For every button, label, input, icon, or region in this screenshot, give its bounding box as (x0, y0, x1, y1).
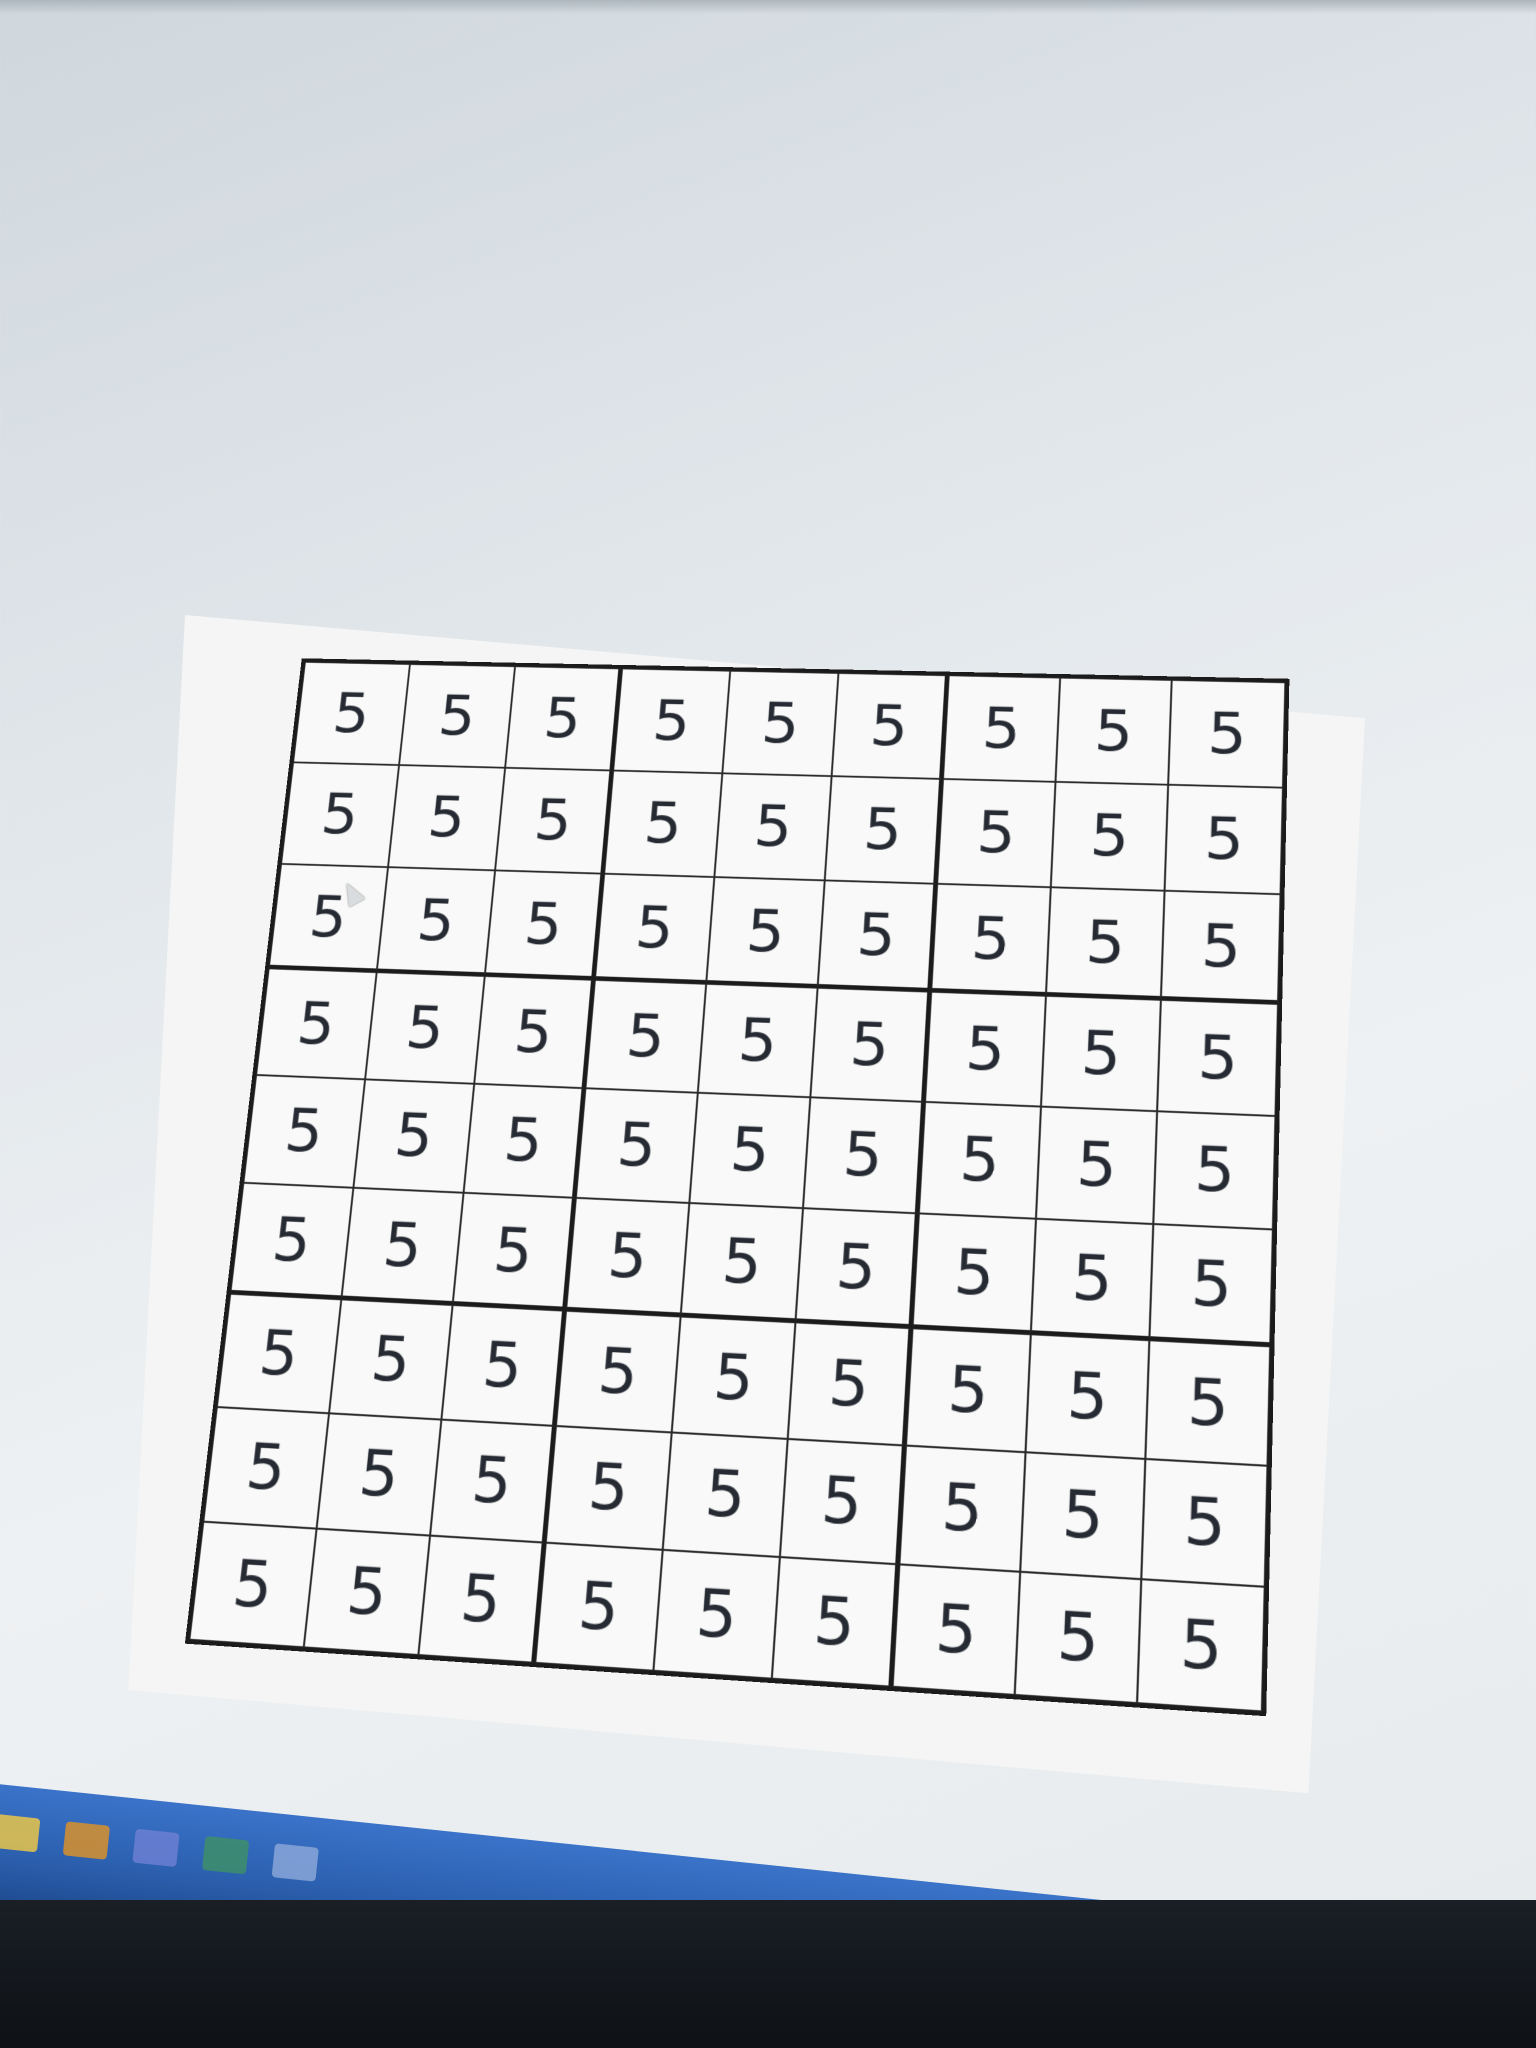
sudoku-cell[interactable]: 5 (662, 1432, 788, 1557)
taskbar-app-icon[interactable] (0, 1814, 40, 1852)
sudoku-cell[interactable]: 5 (697, 984, 817, 1097)
sudoku-cell[interactable]: 5 (680, 1203, 803, 1322)
sudoku-cell[interactable]: 5 (388, 765, 506, 871)
sudoku-cell[interactable]: 5 (780, 1439, 906, 1565)
taskbar-app-icon[interactable] (63, 1821, 110, 1859)
sudoku-cell[interactable]: 5 (230, 1183, 353, 1299)
sudoku-cell[interactable]: 5 (772, 1557, 899, 1686)
sudoku-cell[interactable]: 5 (788, 1322, 912, 1445)
sudoku-cell[interactable]: 5 (1050, 782, 1168, 892)
sudoku-cell[interactable]: 5 (832, 673, 949, 779)
sudoku-cell[interactable]: 5 (811, 988, 931, 1102)
sudoku-cell[interactable]: 5 (1046, 888, 1165, 1000)
sudoku-cell[interactable]: 5 (796, 1208, 919, 1328)
sudoku-cell[interactable]: 5 (464, 1083, 586, 1198)
sudoku-cell[interactable]: 5 (1165, 784, 1283, 894)
sudoku-cell[interactable]: 5 (495, 767, 613, 874)
sudoku-cell[interactable]: 5 (1020, 1452, 1146, 1580)
sudoku-cell[interactable]: 5 (365, 972, 485, 1083)
sudoku-cell[interactable]: 5 (475, 976, 595, 1088)
sudoku-cell[interactable]: 5 (1146, 1340, 1271, 1465)
sudoku-cell[interactable]: 5 (1041, 996, 1162, 1111)
sudoku-cell[interactable]: 5 (419, 1536, 546, 1663)
sudoku-cell[interactable]: 5 (925, 992, 1046, 1107)
sudoku-cell[interactable]: 5 (1030, 1219, 1153, 1340)
sudoku-cell[interactable]: 5 (430, 1419, 556, 1543)
sudoku-cell[interactable]: 5 (943, 675, 1060, 781)
sudoku-cell[interactable]: 5 (376, 867, 495, 976)
sudoku-cell[interactable]: 5 (566, 1198, 689, 1316)
sudoku-board-container: 5555555555555555555555555555555555555555… (185, 658, 1290, 1716)
sudoku-cell[interactable]: 5 (189, 1522, 316, 1647)
sudoku-cell[interactable]: 5 (329, 1299, 453, 1419)
sudoku-cell[interactable]: 5 (203, 1407, 328, 1529)
sudoku-cell[interactable]: 5 (556, 1311, 680, 1432)
sudoku-cell[interactable]: 5 (505, 666, 622, 770)
sudoku-cell[interactable]: 5 (595, 874, 714, 984)
sudoku-cell[interactable]: 5 (613, 668, 730, 773)
sudoku-cell[interactable]: 5 (1137, 1580, 1264, 1712)
sudoku-cell[interactable]: 5 (937, 779, 1055, 888)
taskbar-app-icon[interactable] (272, 1843, 319, 1881)
sudoku-cell[interactable]: 5 (293, 662, 410, 765)
sudoku-cell[interactable]: 5 (256, 968, 376, 1079)
sudoku-cell[interactable]: 5 (671, 1316, 795, 1438)
sudoku-cell[interactable]: 5 (803, 1097, 925, 1214)
sudoku-cell[interactable]: 5 (485, 871, 604, 980)
sudoku-cell[interactable]: 5 (442, 1305, 566, 1426)
sudoku-cell[interactable]: 5 (931, 884, 1050, 996)
sudoku-cell[interactable]: 5 (453, 1193, 576, 1311)
sudoku-cell[interactable]: 5 (1150, 1224, 1273, 1346)
sudoku-cell[interactable]: 5 (341, 1188, 464, 1305)
sudoku-cell[interactable]: 5 (1025, 1334, 1150, 1458)
sudoku-cell[interactable]: 5 (316, 1413, 442, 1536)
sudoku-cell[interactable]: 5 (818, 881, 937, 992)
sudoku-cell[interactable]: 5 (1014, 1572, 1141, 1703)
sudoku-cell[interactable]: 5 (714, 773, 832, 881)
sudoku-cell[interactable]: 5 (919, 1102, 1041, 1219)
sudoku-cell[interactable]: 5 (1142, 1459, 1268, 1588)
sudoku-cell[interactable]: 5 (825, 776, 943, 884)
sudoku-cell[interactable]: 5 (217, 1294, 341, 1413)
monitor-bezel-bottom (0, 1900, 1536, 2048)
sudoku-cell[interactable]: 5 (604, 770, 722, 877)
sudoku-cell[interactable]: 5 (1168, 680, 1285, 787)
sudoku-cell[interactable]: 5 (399, 664, 516, 767)
sudoku-cell[interactable]: 5 (906, 1328, 1030, 1452)
sudoku-cell[interactable]: 5 (546, 1426, 672, 1551)
sudoku-cell[interactable]: 5 (689, 1092, 811, 1208)
sudoku-cell[interactable]: 5 (653, 1550, 780, 1679)
taskbar-app-icon[interactable] (132, 1829, 179, 1867)
taskbar-app-icon[interactable] (202, 1836, 249, 1874)
sudoku-cell[interactable]: 5 (281, 762, 399, 867)
sudoku-cell[interactable]: 5 (899, 1445, 1025, 1572)
sudoku-cell[interactable]: 5 (535, 1543, 662, 1671)
sudoku-cell[interactable]: 5 (1157, 1000, 1278, 1116)
sudoku-cell[interactable]: 5 (353, 1079, 475, 1193)
sudoku-cell[interactable]: 5 (303, 1529, 430, 1655)
sudoku-cell[interactable]: 5 (912, 1214, 1035, 1334)
sudoku-cell[interactable]: 5 (1036, 1106, 1158, 1224)
sudoku-cell[interactable]: 5 (706, 877, 825, 987)
sudoku-cell[interactable]: 5 (1161, 891, 1280, 1004)
sudoku-cell[interactable]: 5 (243, 1075, 364, 1188)
sudoku-cell[interactable]: 5 (722, 671, 839, 776)
sudoku-cell[interactable]: 5 (1154, 1111, 1276, 1230)
screen-top-edge (0, 0, 1536, 14)
sudoku-cell[interactable]: 5 (585, 980, 705, 1093)
sudoku-cell[interactable]: 5 (269, 864, 388, 972)
sudoku-cell[interactable]: 5 (576, 1088, 698, 1203)
sudoku-grid: 5555555555555555555555555555555555555555… (185, 658, 1290, 1716)
sudoku-cell[interactable]: 5 (893, 1565, 1020, 1695)
sudoku-cell[interactable]: 5 (1055, 678, 1172, 785)
